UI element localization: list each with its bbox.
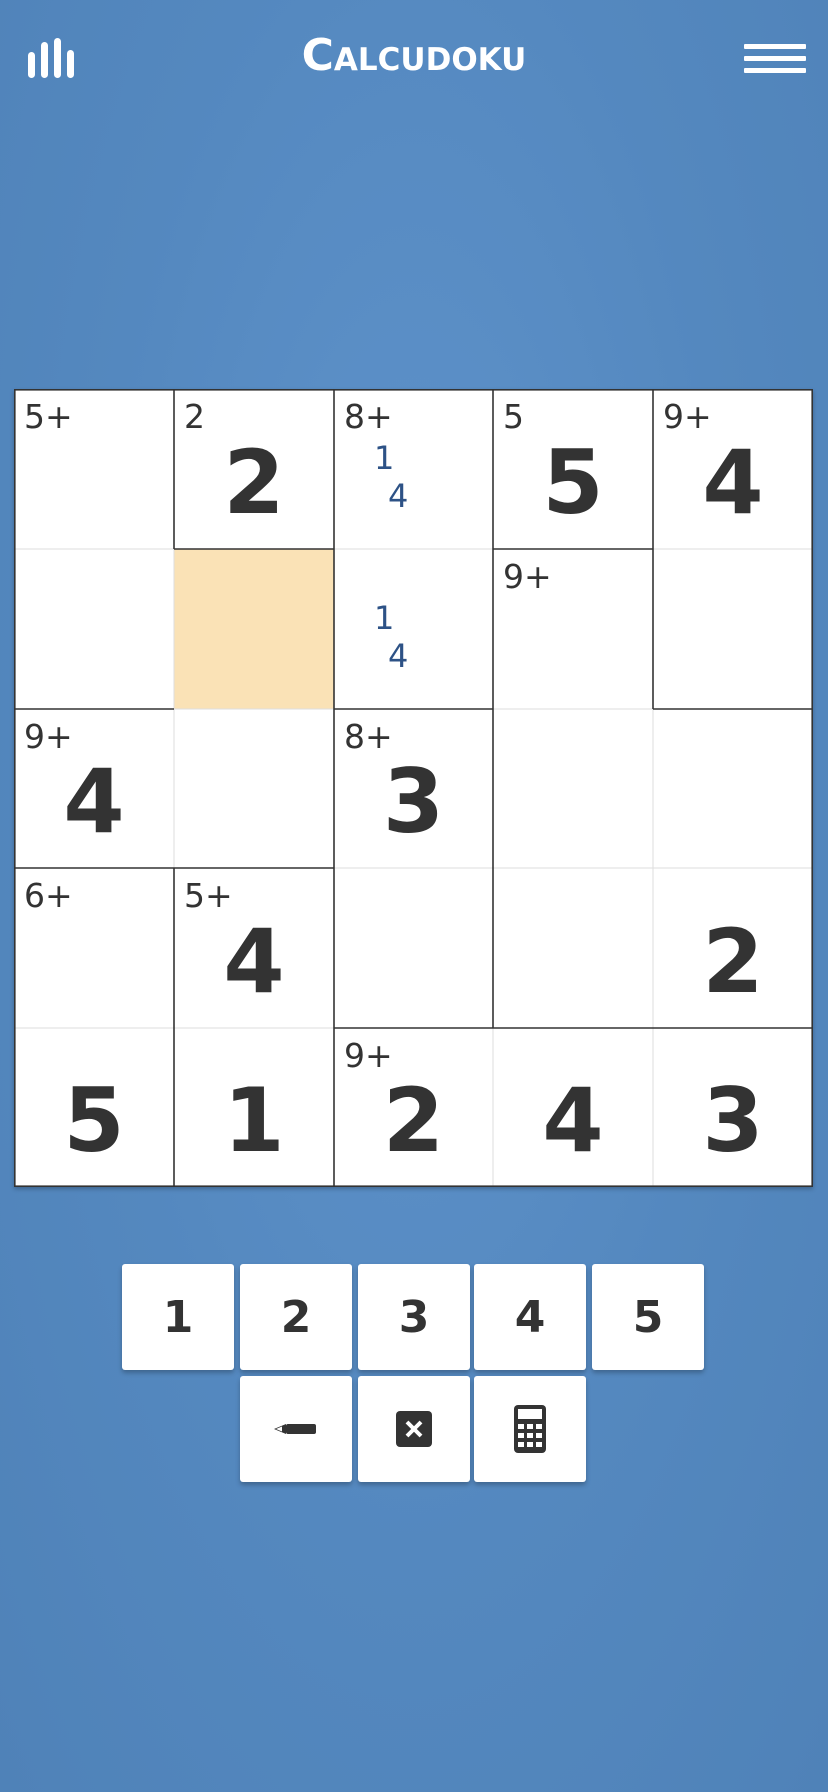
cell-r3-c4[interactable]: [493, 709, 653, 868]
cell-r4-c2[interactable]: 5+ 4: [174, 868, 334, 1028]
calculator-button[interactable]: [474, 1376, 586, 1482]
cell-value: 4: [63, 750, 125, 853]
cell-r4-c4[interactable]: [493, 868, 653, 1028]
cell-r2-c5[interactable]: [653, 549, 813, 709]
number-key-1[interactable]: 1: [122, 1264, 234, 1370]
pencil-icon: [274, 1424, 316, 1434]
erase-button[interactable]: [358, 1376, 470, 1482]
cell-value: 4: [702, 431, 764, 534]
cell-value: 1: [223, 1069, 285, 1172]
key-label: 3: [398, 1291, 430, 1343]
key-label: 1: [162, 1291, 194, 1343]
pencil-button[interactable]: [240, 1376, 352, 1482]
cell-r3-c5[interactable]: [653, 709, 813, 868]
cell-r1-c4[interactable]: 55: [493, 389, 653, 549]
cage-clue: 8+: [344, 397, 393, 436]
cage-clue: 2: [184, 397, 205, 436]
cell-r5-c1[interactable]: 5: [14, 1028, 174, 1187]
cell-r3-c3[interactable]: 8+ 3: [334, 709, 493, 868]
erase-icon: [396, 1411, 432, 1447]
cell-r2-c4[interactable]: 9+: [493, 549, 653, 709]
header: Calcudoku: [0, 0, 828, 120]
cell-r1-c3[interactable]: 8+ 1 4: [334, 389, 493, 549]
cell-r3-c2[interactable]: [174, 709, 334, 868]
cell-r2-c1[interactable]: [14, 549, 174, 709]
number-key-4[interactable]: 4: [474, 1264, 586, 1370]
cage-clue: 9+: [503, 557, 552, 596]
cell-r1-c2[interactable]: 22: [174, 389, 334, 549]
cell-value: 3: [702, 1069, 764, 1172]
cell-r1-c5[interactable]: 9+ 4: [653, 389, 813, 549]
cell-r5-c5[interactable]: 3: [653, 1028, 813, 1187]
cage-clue: 6+: [24, 876, 73, 915]
cell-r1-c1[interactable]: 5+: [14, 389, 174, 549]
key-label: 5: [632, 1291, 664, 1343]
pencil-notes: 14: [374, 599, 408, 675]
pencil-note: 1: [374, 599, 395, 637]
cell-r2-c2[interactable]: [174, 549, 334, 709]
app-title-text: Calcudoku: [301, 30, 527, 81]
cell-value: 5: [542, 431, 604, 534]
key-label: 2: [280, 1291, 312, 1343]
number-key-2[interactable]: 2: [240, 1264, 352, 1370]
cage-clue: 5: [503, 397, 524, 436]
number-key-3[interactable]: 3: [358, 1264, 470, 1370]
cell-value: 4: [223, 910, 285, 1013]
cell-value: 2: [382, 1069, 445, 1172]
pencil-note: 1: [374, 439, 395, 477]
cell-r5-c4[interactable]: 4: [493, 1028, 653, 1187]
cell-value: 3: [382, 750, 445, 853]
cell-r4-c1[interactable]: 6+: [14, 868, 174, 1028]
cell-r2-c3[interactable]: 14: [334, 549, 493, 709]
hamburger-menu-icon[interactable]: [744, 44, 806, 76]
cell-r4-c5[interactable]: 2: [653, 868, 813, 1028]
cell-r4-c3[interactable]: [334, 868, 493, 1028]
pencil-notes: 14: [374, 439, 408, 515]
cell-value: 4: [542, 1069, 604, 1172]
cell-value: 5: [63, 1069, 125, 1172]
cell-r3-c1[interactable]: 9+ 4: [14, 709, 174, 868]
pencil-note: 4: [388, 637, 409, 675]
pencil-note: 4: [388, 477, 409, 515]
cell-r5-c2[interactable]: 1: [174, 1028, 334, 1187]
app-title: Calcudoku: [0, 30, 828, 81]
cell-r5-c3[interactable]: 9+ 2: [334, 1028, 493, 1187]
puzzle-board: 5+ 2 2 8+ 1 4 5 5 9+ 4 1 4 9+ 9+ 4 8+ 3 6+ 5+ 4 2 5 1 9+ 2 4 3: [14, 389, 813, 1187]
cage-clue: 5+: [24, 397, 73, 436]
key-label: 4: [514, 1291, 546, 1343]
cell-value: 2: [223, 431, 285, 534]
calculator-icon: [514, 1405, 546, 1453]
number-key-5[interactable]: 5: [592, 1264, 704, 1370]
cell-value: 2: [702, 910, 764, 1013]
